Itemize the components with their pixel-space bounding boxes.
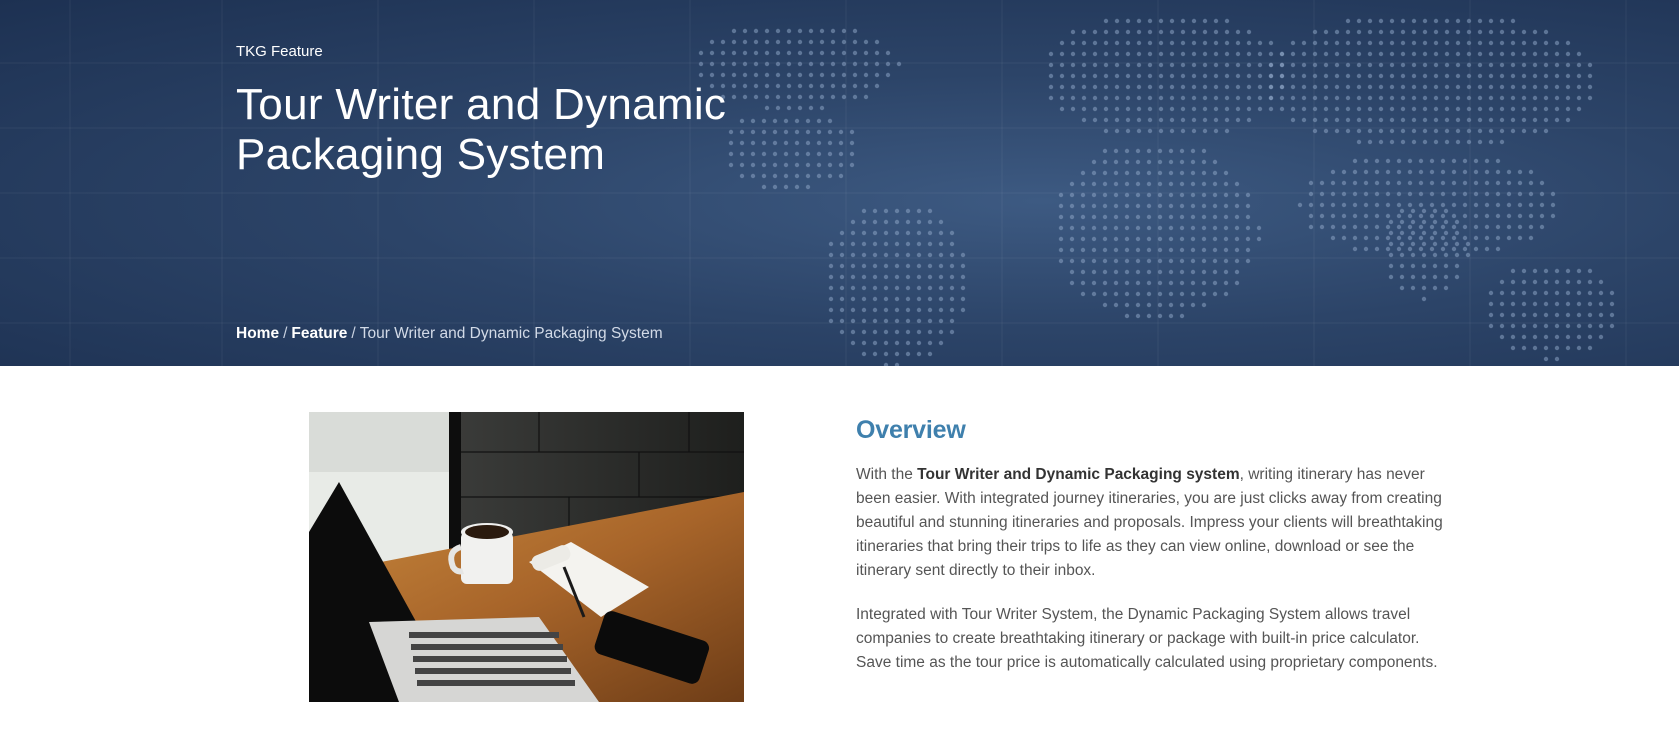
breadcrumb-separator: / [283,325,288,342]
hero-kicker: TKG Feature [236,43,323,60]
breadcrumb: Home / Feature / Tour Writer and Dynamic Pac… [236,325,663,343]
overview-p1-lead: With the [856,466,918,483]
overview-paragraph-2: Integrated with Tour Writer System, the … [856,606,1438,671]
overview-p1-product-name: Tour Writer and Dynamic Packaging system [917,466,1240,483]
hero-banner: TKG Feature Tour Writer and Dynamic Pack… [0,0,1679,366]
overview-paragraph-1: With the Tour Writer and Dynamic Packagi… [856,463,1446,583]
breadcrumb-separator: / [351,325,356,342]
hero-content: TKG Feature Tour Writer and Dynamic Pack… [236,0,936,366]
page-title: Tour Writer and Dynamic Packaging System [236,80,727,179]
breadcrumb-home-link[interactable]: Home [236,325,279,342]
overview-section: Overview With the Tour Writer and Dynami… [856,416,1446,695]
workspace-photo [309,412,744,702]
breadcrumb-feature-link[interactable]: Feature [291,325,347,342]
breadcrumb-current: Tour Writer and Dynamic Packaging System [359,325,663,342]
desk-illustration [309,412,744,702]
overview-heading: Overview [856,416,966,444]
